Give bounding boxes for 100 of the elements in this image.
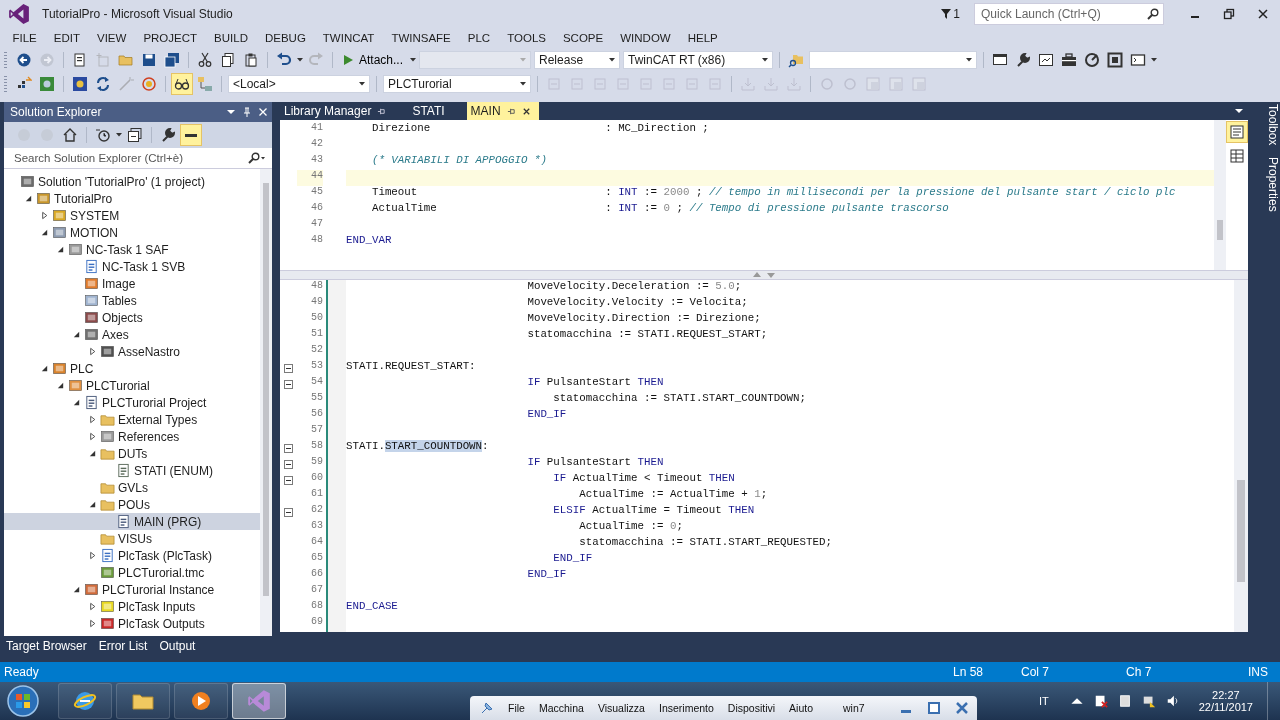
expanded-arrow-icon[interactable]: [72, 398, 81, 407]
quick-launch-field[interactable]: Quick Launch (Ctrl+Q): [974, 3, 1164, 25]
tree-item[interactable]: Tables: [4, 292, 260, 309]
panel-tab[interactable]: Target Browser: [6, 639, 87, 653]
tree-item[interactable]: GVLs: [4, 479, 260, 496]
expanded-arrow-icon[interactable]: [24, 194, 33, 203]
pin-icon[interactable]: [480, 701, 494, 715]
menu-item[interactable]: Dispositivi: [727, 702, 776, 714]
project-dropdown[interactable]: PLCTurorial: [383, 75, 531, 93]
tree-item[interactable]: Objects: [4, 309, 260, 326]
tree-item[interactable]: NC-Task 1 SAF: [4, 241, 260, 258]
tree-item[interactable]: SYSTEM: [4, 207, 260, 224]
menu-item[interactable]: VIEW: [88, 32, 135, 44]
clock-time[interactable]: 22:27: [1212, 689, 1240, 701]
expanded-arrow-icon[interactable]: [72, 330, 81, 339]
tree-item[interactable]: NC-Task 1 SVB: [4, 258, 260, 275]
tree-item[interactable]: References: [4, 428, 260, 445]
caret-icon[interactable]: [116, 133, 122, 137]
taskbar-app[interactable]: [174, 683, 228, 719]
tree-item[interactable]: TutorialPro: [4, 190, 260, 207]
device-icon[interactable]: [70, 74, 90, 94]
collapse-all-icon[interactable]: [125, 125, 145, 145]
expanded-arrow-icon[interactable]: [56, 381, 65, 390]
collapse-icon[interactable]: [284, 507, 293, 517]
menu-item[interactable]: BUILD: [205, 32, 257, 44]
language-indicator[interactable]: IT: [1038, 695, 1049, 707]
tree-item[interactable]: MOTION: [4, 224, 260, 241]
clock-date[interactable]: 22/11/2017: [1198, 701, 1253, 713]
expanded-arrow-icon[interactable]: [88, 449, 97, 458]
table-view-icon[interactable]: [1227, 146, 1247, 166]
tree-item[interactable]: PLCTurorial.tmc: [4, 564, 260, 581]
menu-item[interactable]: PROJECT: [134, 32, 206, 44]
tree-item[interactable]: PLCTurorial Project: [4, 394, 260, 411]
tree-item[interactable]: PLCTurorial: [4, 377, 260, 394]
tree-item[interactable]: DUTs: [4, 445, 260, 462]
maximize-button[interactable]: [926, 701, 941, 715]
expanded-arrow-icon[interactable]: [72, 585, 81, 594]
menu-item[interactable]: TOOLS: [498, 32, 555, 44]
collapsed-arrow-icon[interactable]: [88, 551, 97, 560]
scrollbar[interactable]: [260, 169, 272, 636]
glasses-icon[interactable]: [172, 74, 192, 94]
tree-item[interactable]: PlcTask (PlcTask): [4, 547, 260, 564]
text-view-icon[interactable]: [1227, 122, 1247, 142]
tree-item[interactable]: External Types: [4, 411, 260, 428]
menu-item[interactable]: Aiuto: [789, 702, 814, 714]
collapse-icon[interactable]: [284, 475, 293, 485]
menu-item[interactable]: Inserimento: [658, 702, 714, 714]
menu-item[interactable]: HELP: [679, 32, 727, 44]
close-icon[interactable]: [521, 106, 531, 116]
side-tab[interactable]: Toolbox: [1256, 104, 1280, 146]
caret-icon[interactable]: [1151, 58, 1158, 62]
expanded-arrow-icon[interactable]: [40, 364, 49, 373]
menu-item[interactable]: Macchina: [538, 702, 584, 714]
platform-dropdown[interactable]: TwinCAT RT (x86): [623, 51, 774, 69]
save-all-icon[interactable]: [162, 50, 182, 70]
notifications-button[interactable]: 1: [941, 7, 960, 21]
menu-item[interactable]: FILE: [4, 32, 46, 44]
menu-item[interactable]: DEBUG: [256, 32, 315, 44]
side-tab[interactable]: Properties: [1256, 157, 1280, 213]
menu-item[interactable]: EDIT: [45, 32, 89, 44]
target-dropdown[interactable]: <Local>: [228, 75, 370, 93]
expanded-arrow-icon[interactable]: [56, 245, 65, 254]
caret-icon[interactable]: [226, 107, 236, 117]
scrollbar[interactable]: [1214, 120, 1226, 270]
menu-item[interactable]: TWINSAFE: [382, 32, 460, 44]
tree-item[interactable]: POUs: [4, 496, 260, 513]
tree-item[interactable]: AsseNastro: [4, 343, 260, 360]
menu-item[interactable]: WINDOW: [611, 32, 680, 44]
menu-item[interactable]: PLC: [459, 32, 499, 44]
editor-tab[interactable]: Library Manager: [280, 102, 395, 120]
tree-item[interactable]: Image: [4, 275, 260, 292]
editor-tab[interactable]: STATI: [408, 102, 453, 120]
panel-tab[interactable]: Error List: [98, 639, 148, 653]
menu-item[interactable]: SCOPE: [554, 32, 612, 44]
target-icon[interactable]: [139, 74, 159, 94]
caret-icon[interactable]: [410, 58, 417, 62]
taskbar-app[interactable]: [116, 683, 170, 719]
menu-item[interactable]: TWINCAT: [314, 32, 383, 44]
caret-icon[interactable]: [297, 58, 303, 62]
tree-item[interactable]: STATI (ENUM): [4, 462, 260, 479]
expanded-arrow-icon[interactable]: [88, 500, 97, 509]
preview-icon[interactable]: [181, 125, 201, 145]
frame-icon[interactable]: [1105, 50, 1126, 70]
panel-tab[interactable]: Output: [159, 639, 196, 653]
tree-item[interactable]: PlcTask Inputs: [4, 598, 260, 615]
start-button[interactable]: [6, 684, 40, 718]
tree-item[interactable]: PLCTurorial Instance: [4, 581, 260, 598]
collapsed-arrow-icon[interactable]: [88, 602, 97, 611]
expanded-arrow-icon[interactable]: [40, 228, 49, 237]
tree-item[interactable]: PLC: [4, 360, 260, 377]
menu-item[interactable]: File: [508, 702, 525, 714]
collapse-icon[interactable]: [284, 379, 293, 389]
tree-item[interactable]: VISUs: [4, 530, 260, 547]
collapsed-arrow-icon[interactable]: [88, 415, 97, 424]
menu-item[interactable]: Visualizza: [597, 702, 645, 714]
tree-item[interactable]: MAIN (PRG): [4, 513, 260, 530]
scrollbar[interactable]: [1234, 280, 1248, 632]
attach-button[interactable]: Attach...: [339, 51, 408, 69]
pin-icon[interactable]: [506, 106, 516, 116]
taskbar-app[interactable]: [58, 683, 112, 719]
